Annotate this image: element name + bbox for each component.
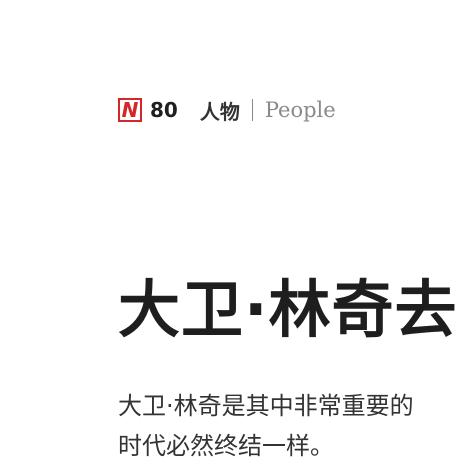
- logo-graphic: N: [118, 98, 142, 122]
- logo-letter: N: [122, 98, 139, 122]
- body-line-2: 时代必然终结一样。: [118, 432, 334, 460]
- magazine-logo-icon: N: [118, 98, 142, 122]
- section-title-en: People: [264, 98, 336, 122]
- page-header: N 80 人物 People: [118, 96, 336, 124]
- article-headline: 大卫·林奇去: [118, 273, 458, 346]
- body-line-1: 大卫·林奇是其中非常重要的: [118, 392, 414, 420]
- page-number: 80: [150, 98, 178, 122]
- magazine-page: N 80 人物 People 大卫·林奇去 大卫·林奇是其中非常重要的 时代必然…: [0, 0, 468, 468]
- article-body: 大卫·林奇是其中非常重要的 时代必然终结一样。: [118, 386, 468, 466]
- section-title-cn: 人物: [199, 99, 240, 124]
- header-divider: [251, 99, 253, 121]
